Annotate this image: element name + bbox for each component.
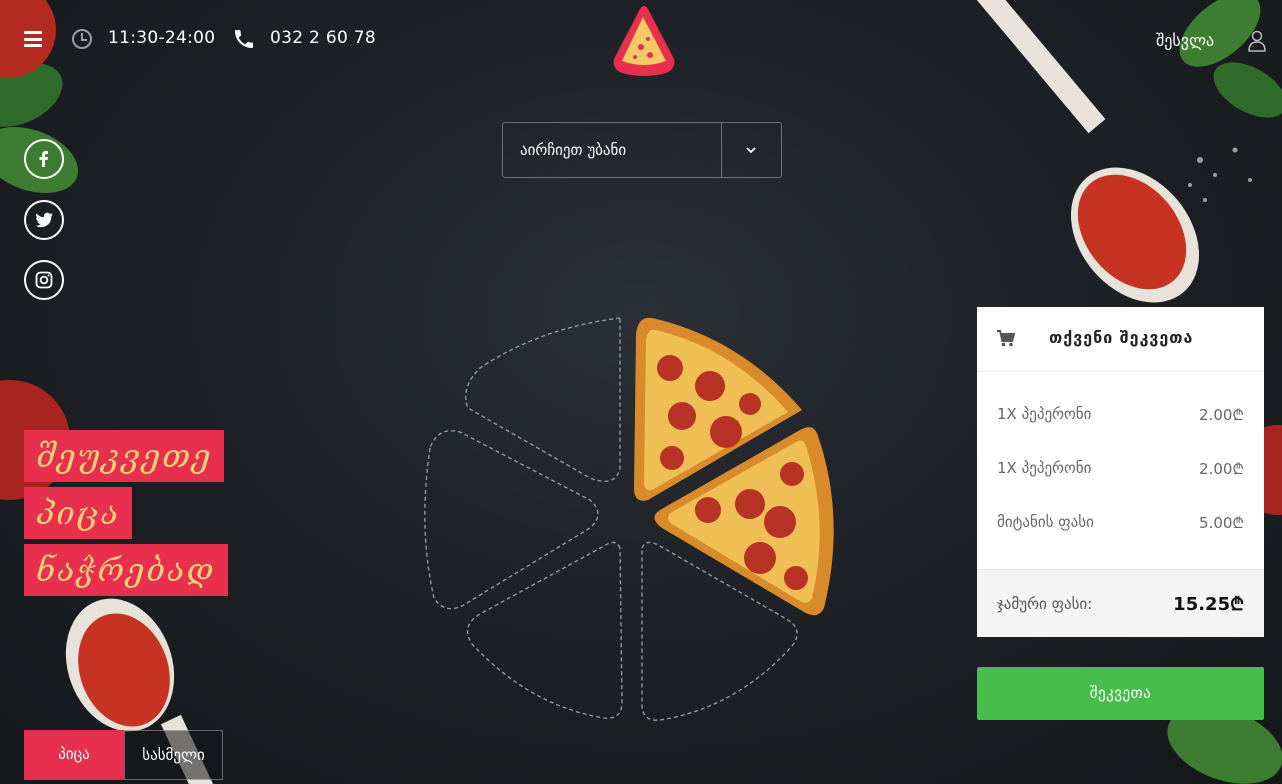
order-item-price: 2.00₾ xyxy=(1199,406,1244,424)
twitter-link[interactable] xyxy=(24,200,64,240)
tab-drinks[interactable]: სასმელი xyxy=(124,730,223,780)
phone-number[interactable]: 032 2 60 78 xyxy=(270,28,376,48)
order-submit-button[interactable]: შეკვეთა xyxy=(977,667,1264,720)
order-header: თქვენი შეკვეთა xyxy=(977,307,1264,372)
hero-line-1: შეუკვეთე xyxy=(24,430,225,482)
order-item-name: 1X პეპერონი xyxy=(997,405,1092,423)
facebook-link[interactable] xyxy=(24,139,64,179)
order-item-price: 2.00₾ xyxy=(1199,460,1244,478)
total-label: ჯამური ფასი: xyxy=(997,595,1093,613)
tab-pizza[interactable]: პიცა xyxy=(24,730,124,780)
district-select[interactable]: აირჩიეთ უბანი xyxy=(502,122,782,178)
logo-icon[interactable] xyxy=(610,3,678,77)
twitter-icon xyxy=(35,212,53,228)
pizza-slice-selector[interactable] xyxy=(420,308,850,728)
delivery-fee-price: 5.00₾ xyxy=(1199,514,1244,532)
order-item-name: 1X პეპერონი xyxy=(997,459,1092,477)
clock-icon xyxy=(72,29,92,49)
login-link[interactable]: შესვლა xyxy=(1156,31,1214,50)
hamburger-menu-icon[interactable] xyxy=(24,31,42,47)
district-select-value: აირჩიეთ უბანი xyxy=(520,141,627,159)
pizza-slice-empty xyxy=(424,430,599,610)
opening-hours: 11:30-24:00 xyxy=(108,28,216,48)
top-bar: 11:30-24:00 032 2 60 78 შესვლა xyxy=(0,0,1282,80)
phone-icon xyxy=(235,30,253,48)
pizza-slice-empty xyxy=(466,541,623,719)
hero-line-2: პიცა xyxy=(24,487,133,539)
cart-icon xyxy=(997,330,1015,347)
user-icon[interactable] xyxy=(1248,30,1266,52)
hero-line-3: ნაჭრებად xyxy=(24,544,228,596)
instagram-icon xyxy=(35,271,53,289)
chevron-down-icon[interactable] xyxy=(741,143,761,157)
order-total: ჯამური ფასი: 15.25₾ xyxy=(977,569,1264,637)
delivery-fee-label: მიტანის ფასი xyxy=(997,513,1094,531)
facebook-icon xyxy=(39,151,48,167)
instagram-link[interactable] xyxy=(24,260,64,300)
pizza-slice-empty xyxy=(465,317,621,482)
district-select-divider xyxy=(721,123,722,177)
total-value: 15.25₾ xyxy=(1173,594,1244,615)
order-panel: თქვენი შეკვეთა 1X პეპერონი 2.00₾ 1X პეპე… xyxy=(977,307,1264,637)
order-title: თქვენი შეკვეთა xyxy=(1049,328,1194,347)
